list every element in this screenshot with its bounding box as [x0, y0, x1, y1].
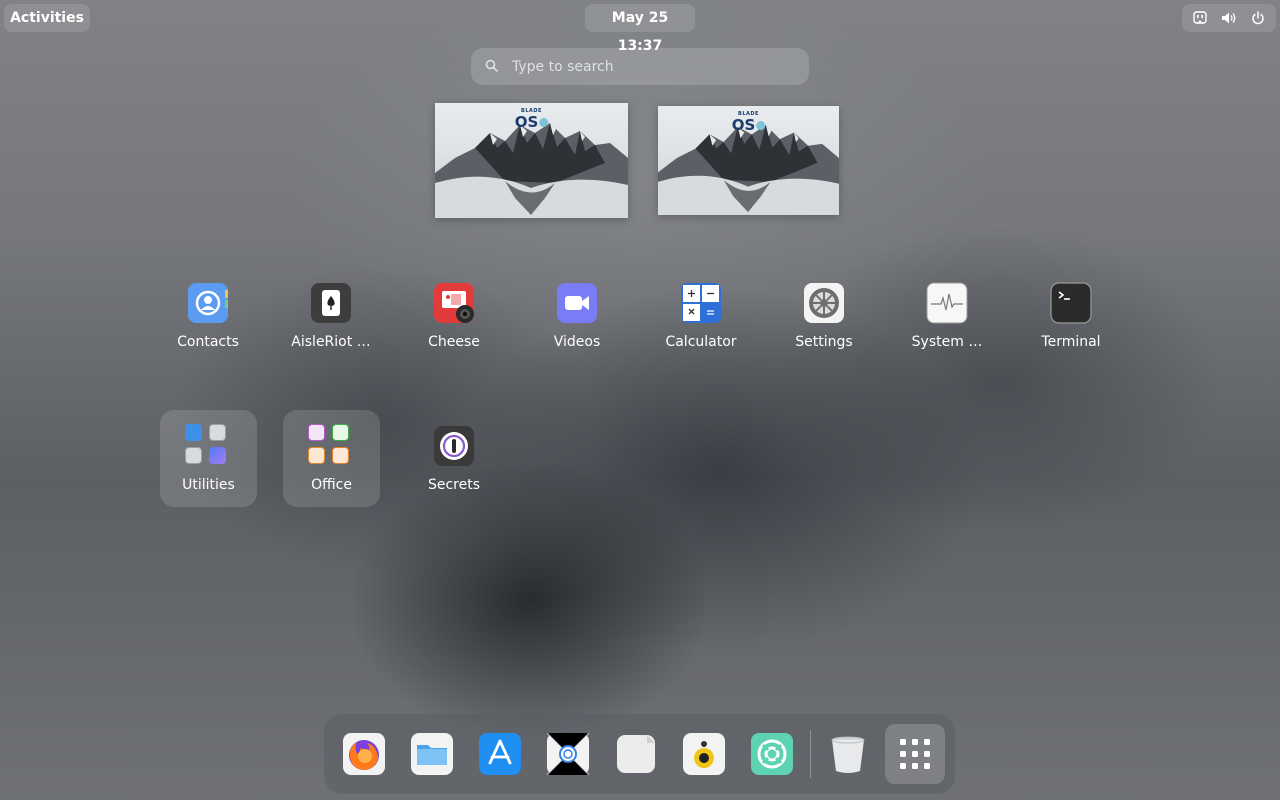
app-label: Contacts	[177, 334, 239, 350]
app-label: Office	[311, 477, 352, 493]
app-label: Terminal	[1041, 334, 1101, 350]
app-contacts[interactable]: Contacts	[153, 282, 263, 350]
search-entry[interactable]	[471, 48, 809, 85]
browser-icon[interactable]	[546, 732, 590, 776]
help-icon[interactable]	[751, 733, 793, 775]
settings-icon	[803, 282, 845, 324]
app-videos[interactable]: Videos	[522, 282, 632, 350]
app-label: Calculator	[665, 334, 737, 350]
bladeos-logo: BLADE OS	[515, 109, 549, 130]
app-label: Utilities	[182, 477, 235, 493]
videos-icon	[556, 282, 598, 324]
workspace-thumbnail-2[interactable]: BLADE OS	[658, 106, 839, 215]
files-icon[interactable]	[411, 733, 453, 775]
app-store-icon[interactable]	[479, 733, 521, 775]
office-folder-icon	[308, 424, 356, 464]
app-label: Videos	[553, 334, 601, 350]
top-bar: Activities May 25 13:37	[0, 0, 1280, 54]
app-label: System …	[911, 334, 983, 350]
app-secrets[interactable]: Secrets	[399, 425, 509, 493]
app-aisleriot[interactable]: AisleRiot …	[276, 282, 386, 350]
contacts-icon	[187, 282, 229, 324]
text-editor-icon[interactable]	[615, 733, 657, 775]
app-terminal[interactable]: Terminal	[1016, 282, 1126, 350]
trash-icon[interactable]	[827, 733, 869, 775]
dock-separator	[810, 730, 811, 778]
app-folder-utilities[interactable]: Utilities	[160, 410, 257, 507]
app-label: Cheese	[428, 334, 480, 350]
firefox-icon[interactable]	[343, 733, 385, 775]
rhythmbox-icon[interactable]	[683, 733, 725, 775]
system-monitor-icon	[926, 282, 968, 324]
cheese-icon	[433, 282, 475, 324]
show-apps-icon	[900, 739, 930, 769]
system-tray[interactable]	[1182, 4, 1276, 32]
utilities-folder-icon	[185, 424, 233, 464]
power-icon[interactable]	[1251, 11, 1265, 25]
terminal-icon	[1050, 282, 1092, 324]
app-cheese[interactable]: Cheese	[399, 282, 509, 350]
bladeos-logo: BLADE OS	[732, 112, 766, 133]
dock	[324, 714, 955, 794]
activities-button[interactable]: Activities	[4, 4, 90, 32]
aisleriot-icon	[310, 282, 352, 324]
search-icon	[485, 57, 498, 76]
app-label: Secrets	[427, 477, 481, 493]
show-apps-button[interactable]	[885, 724, 945, 784]
app-settings[interactable]: Settings	[769, 282, 879, 350]
volume-icon[interactable]	[1221, 11, 1237, 25]
app-folder-office[interactable]: Office	[283, 410, 380, 507]
app-label: Settings	[795, 334, 853, 350]
calculator-icon	[680, 282, 722, 324]
workspace-thumbnail-1[interactable]: BLADE OS	[435, 103, 628, 218]
app-calculator[interactable]: Calculator	[646, 282, 756, 350]
app-label: AisleRiot …	[291, 334, 371, 350]
clock-button[interactable]: May 25 13:37	[585, 4, 695, 54]
accessibility-icon[interactable]	[1193, 11, 1207, 25]
secrets-icon	[433, 425, 475, 467]
search-input[interactable]	[510, 57, 794, 76]
app-system-monitor[interactable]: System …	[892, 282, 1002, 350]
date-label: May 25	[611, 10, 669, 26]
